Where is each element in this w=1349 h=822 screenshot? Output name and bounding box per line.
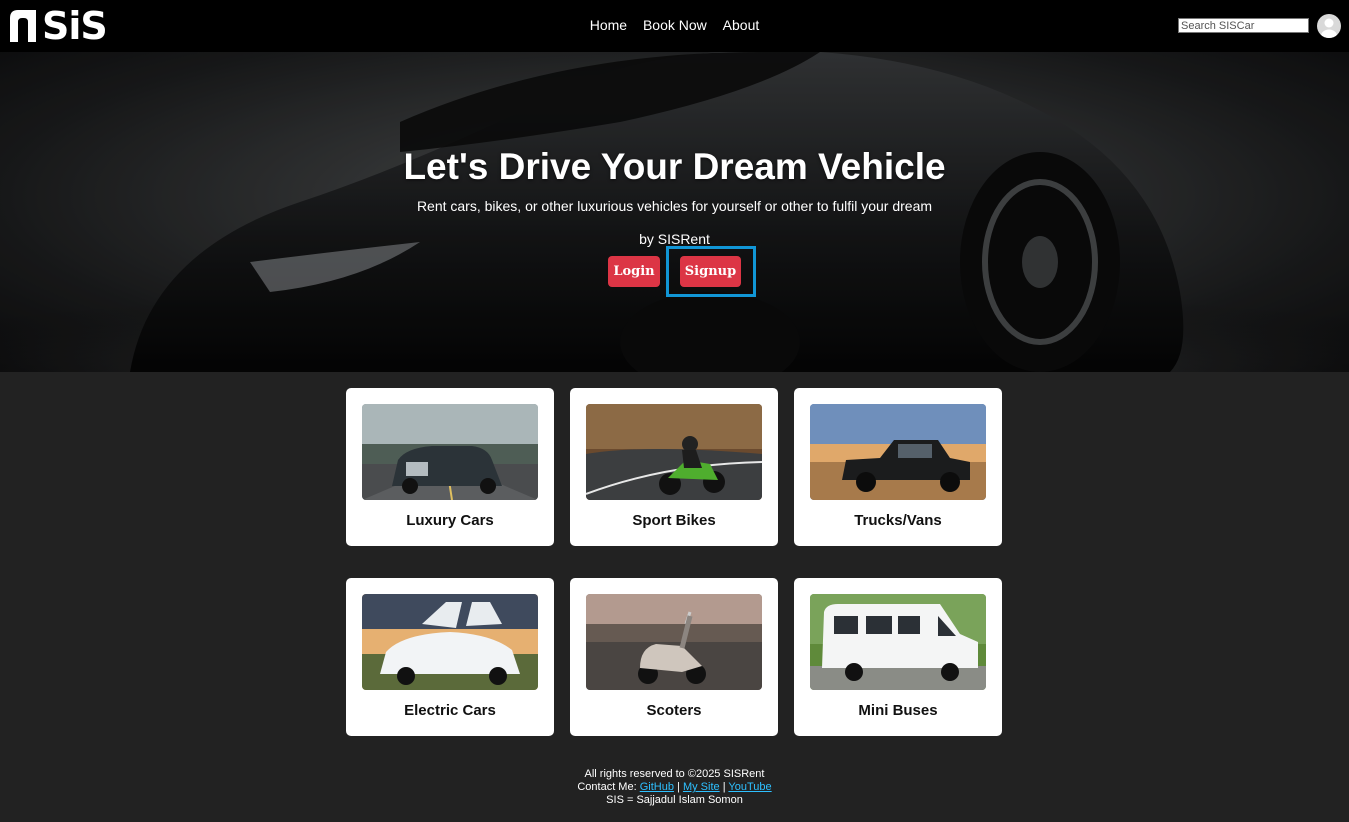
- category-label: Trucks/Vans: [854, 512, 942, 529]
- scooter-image: [586, 594, 762, 690]
- footer-rights: All rights reserved to ©2025 SISRent: [584, 768, 765, 780]
- category-label: Luxury Cars: [406, 512, 494, 529]
- hero-byline: by SISRent: [639, 231, 710, 247]
- hero-banner: Let's Drive Your Dream Vehicle Rent cars…: [0, 52, 1349, 372]
- footer-separator: |: [677, 781, 680, 793]
- footer-contact: Contact Me: GitHub | My Site | YouTube: [0, 781, 1349, 794]
- user-avatar[interactable]: [1317, 14, 1341, 38]
- category-card-luxury-cars[interactable]: Luxury Cars: [346, 388, 554, 546]
- category-card-sport-bikes[interactable]: Sport Bikes: [570, 388, 778, 546]
- user-silhouette-icon: [1321, 18, 1337, 38]
- top-navbar: SiS Home Book Now About: [0, 0, 1349, 52]
- electric-car-image: [362, 594, 538, 690]
- search-input[interactable]: [1178, 18, 1309, 33]
- category-card-trucks-vans[interactable]: Trucks/Vans: [794, 388, 1002, 546]
- hero-title: Let's Drive Your Dream Vehicle: [403, 146, 946, 187]
- category-card-scoters[interactable]: Scoters: [570, 578, 778, 736]
- footer-separator: |: [722, 781, 726, 793]
- footer-acronym: SIS = Sajjadul Islam Somon: [606, 794, 743, 806]
- signup-highlight-box: [666, 246, 756, 297]
- category-card-mini-buses[interactable]: Mini Buses: [794, 578, 1002, 736]
- category-card-electric-cars[interactable]: Electric Cars: [346, 578, 554, 736]
- github-link[interactable]: GitHub: [640, 781, 674, 793]
- category-label: Mini Buses: [858, 702, 938, 719]
- login-button[interactable]: Login: [608, 256, 660, 287]
- my-site-link[interactable]: My Site: [683, 781, 720, 793]
- category-label: Sport Bikes: [632, 512, 716, 529]
- luxury-car-image: [362, 404, 538, 500]
- footer-contact-label: Contact Me:: [577, 781, 637, 793]
- truck-image: [810, 404, 986, 500]
- nav-links: Home Book Now About: [0, 17, 1349, 33]
- sport-bike-image: [586, 404, 762, 500]
- hero-subtitle: Rent cars, bikes, or other luxurious veh…: [416, 198, 933, 214]
- category-label: Electric Cars: [404, 702, 496, 719]
- footer: All rights reserved to ©2025 SISRent Con…: [0, 768, 1349, 807]
- category-label: Scoters: [646, 702, 702, 719]
- nav-home-link[interactable]: Home: [590, 17, 627, 33]
- nav-book-now-link[interactable]: Book Now: [643, 17, 707, 33]
- youtube-link[interactable]: YouTube: [728, 781, 771, 793]
- nav-about-link[interactable]: About: [723, 17, 760, 33]
- mini-bus-image: [810, 594, 986, 690]
